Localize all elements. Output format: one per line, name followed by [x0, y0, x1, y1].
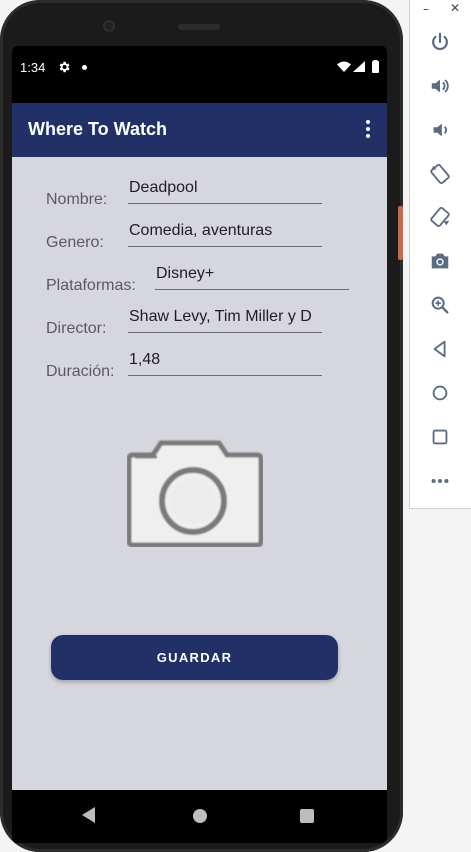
rotate-right-icon[interactable] — [429, 206, 451, 228]
duracion-row: Duración: 1,48 — [12, 349, 387, 389]
speaker-grille — [178, 24, 220, 30]
duracion-label: Duración: — [46, 363, 115, 380]
back-icon[interactable] — [429, 338, 451, 360]
more-icon[interactable] — [429, 470, 451, 492]
front-camera — [103, 20, 115, 32]
form-content: Nombre: Deadpool Genero: Comedia, aventu… — [12, 157, 387, 790]
app-title: Where To Watch — [28, 119, 167, 139]
device-screen: 1:34 Where To Watch Nombre: Deadpool Gen… — [12, 46, 387, 843]
director-label: Director: — [46, 320, 107, 337]
save-button[interactable]: GUARDAR — [51, 635, 338, 680]
genero-label: Genero: — [46, 234, 104, 251]
navigation-bar — [12, 790, 387, 843]
notification-dot-icon — [82, 65, 87, 70]
camera-icon[interactable] — [429, 250, 451, 272]
status-time: 1:34 — [20, 60, 46, 75]
home-icon[interactable] — [429, 382, 451, 404]
volume-down-icon[interactable] — [429, 119, 451, 141]
nombre-field[interactable]: Deadpool — [128, 177, 322, 204]
nombre-label: Nombre: — [46, 191, 108, 208]
wifi-icon — [337, 61, 351, 72]
power-icon[interactable] — [429, 31, 451, 53]
device-frame: 1:34 Where To Watch Nombre: Deadpool Gen… — [0, 0, 403, 852]
side-button[interactable] — [398, 206, 403, 260]
volume-up-icon[interactable] — [429, 75, 451, 97]
genero-field[interactable]: Comedia, aventuras — [128, 220, 322, 247]
photo-image-button[interactable] — [126, 435, 264, 548]
close-icon[interactable]: ✕ — [450, 1, 460, 15]
signal-icon — [353, 61, 365, 72]
zoom-icon[interactable] — [429, 294, 451, 316]
status-icons — [337, 59, 381, 78]
nav-home-icon[interactable] — [193, 809, 207, 823]
overflow-menu-icon[interactable] — [363, 120, 373, 142]
emulator-toolbar: – ✕ — [409, 0, 471, 509]
overview-icon[interactable] — [429, 426, 451, 448]
emulator-window-controls: – ✕ — [410, 1, 471, 16]
director-field[interactable]: Shaw Levy, Tim Miller y D — [128, 306, 322, 333]
battery-icon — [372, 61, 379, 73]
camera-icon — [126, 440, 264, 548]
app-bar: Where To Watch — [12, 103, 387, 157]
rotate-left-icon[interactable] — [429, 163, 451, 185]
duracion-field[interactable]: 1,48 — [128, 349, 322, 376]
nav-back-icon[interactable] — [82, 807, 96, 827]
plataformas-label: Plataformas: — [46, 277, 136, 294]
nombre-row: Nombre: Deadpool — [12, 177, 387, 217]
plataformas-field[interactable]: Disney+ — [155, 263, 349, 290]
director-row: Director: Shaw Levy, Tim Miller y D — [12, 306, 387, 346]
genero-row: Genero: Comedia, aventuras — [12, 220, 387, 260]
nav-recents-icon[interactable] — [300, 809, 314, 823]
minimize-icon[interactable]: – — [423, 2, 429, 16]
status-bar: 1:34 — [12, 46, 387, 103]
plataformas-row: Plataformas: Disney+ — [12, 263, 387, 303]
settings-icon — [57, 59, 71, 78]
